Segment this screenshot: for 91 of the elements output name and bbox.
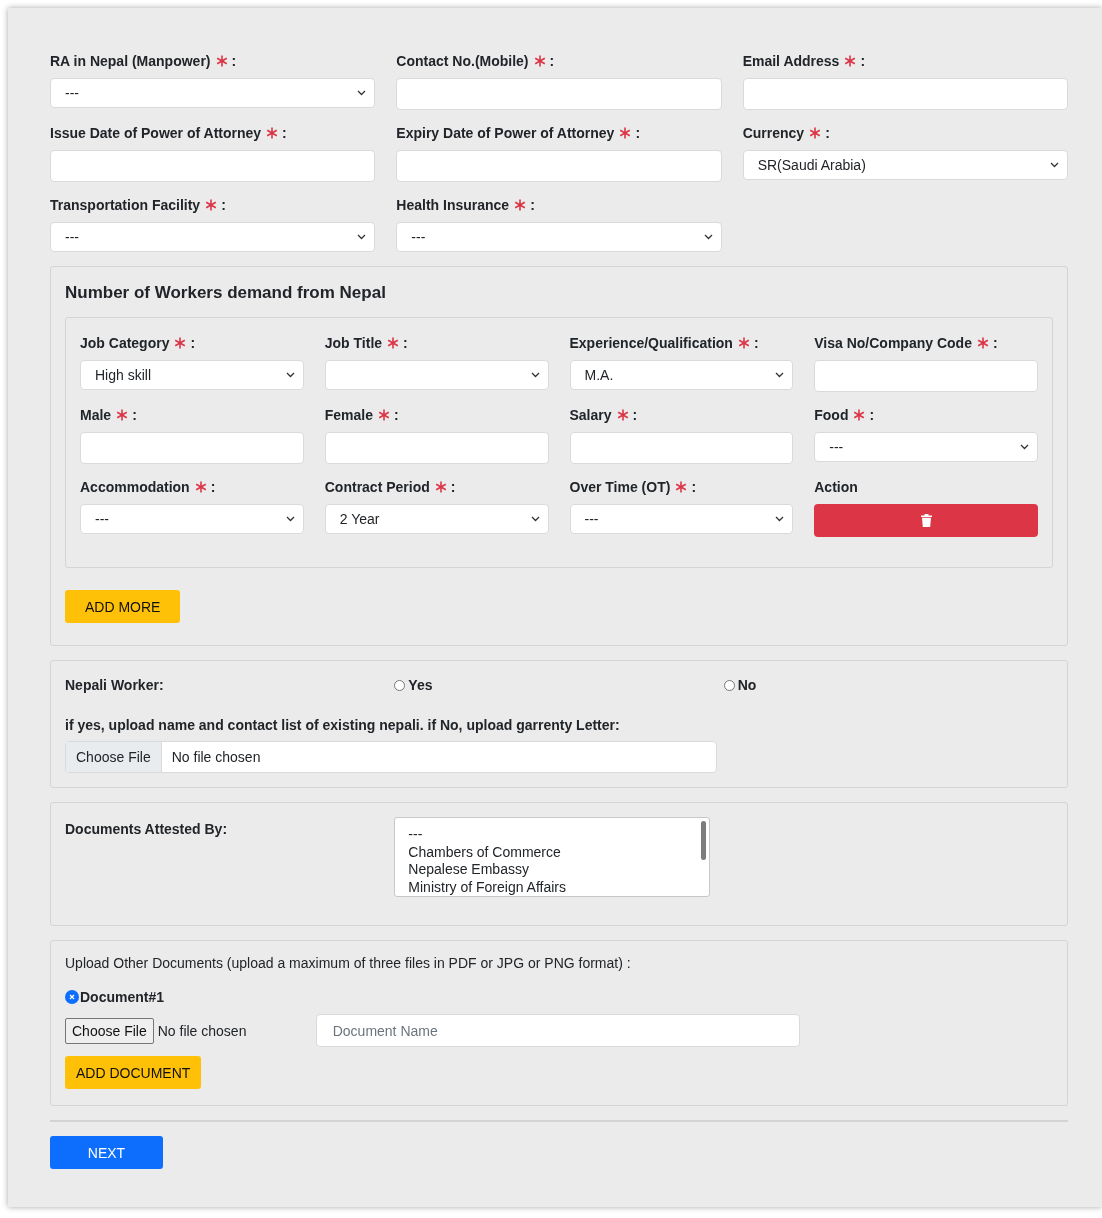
select-field[interactable]: High skill (80, 360, 304, 390)
input-field[interactable] (396, 78, 722, 110)
field-label: if yes, upload name and contact list of existing nepali. if No, upload garrenty Letter: (65, 717, 621, 733)
input-field[interactable] (814, 360, 1038, 392)
select-field[interactable]: --- (396, 222, 722, 252)
field-label: Salary (569, 407, 612, 423)
colon: : (190, 335, 196, 351)
input-field[interactable] (569, 432, 794, 464)
caret-icon (357, 234, 367, 240)
radio-option[interactable]: Yes (394, 677, 724, 693)
colon: : (825, 125, 830, 141)
select-field[interactable]: --- (50, 78, 376, 108)
colon: : (394, 407, 399, 423)
select-field[interactable] (324, 360, 549, 390)
radio-option[interactable]: No (723, 677, 1053, 693)
field-label: Email Address (742, 53, 840, 69)
colon: : (403, 335, 408, 351)
colon: : (450, 479, 456, 495)
caret-icon (285, 372, 295, 378)
file-field[interactable]: Choose File No file chosen (65, 741, 717, 773)
colon: : (635, 125, 641, 141)
colon: : (860, 53, 866, 69)
input-field[interactable] (324, 432, 549, 464)
field-label: Experience/Qualification (569, 335, 733, 351)
add-more-button[interactable]: ADD MORE (65, 590, 181, 623)
select-field[interactable]: SR(Saudi Arabia) (742, 150, 1068, 180)
field-label: Documents Attested By: (65, 821, 229, 837)
caret-icon (357, 90, 367, 96)
field-label: Food (814, 407, 849, 423)
list-field[interactable]: --- Chambers of Commerce Nepalese Embassy Ministry of Foreign Affairs (394, 817, 711, 897)
select-field[interactable]: M.A. (569, 360, 794, 390)
colon: : (992, 335, 998, 351)
field-label: Job Category (80, 335, 170, 351)
colon: : (221, 197, 226, 213)
input-field[interactable] (742, 78, 1068, 110)
colon: : (132, 407, 137, 423)
colon: : (869, 407, 875, 423)
field-label: Visa No/Company Code (814, 335, 972, 351)
document-title: Document#1 (80, 989, 165, 1005)
colon: : (210, 479, 216, 495)
field-label: Health Insurance (396, 197, 510, 213)
caret-icon (530, 372, 540, 378)
field-label: Job Title (324, 335, 383, 351)
field-label: Accommodation (80, 479, 190, 495)
section-label: Upload Other Documents (upload a maximum of three files in PDF or JPG or PNG format) : (65, 955, 632, 971)
choose-file-button[interactable]: Choose File (65, 1017, 154, 1044)
file-status: No file chosen (157, 1022, 248, 1039)
field-label: Nepali Worker: (65, 677, 165, 693)
select-field[interactable]: --- (50, 222, 376, 252)
trash-icon (920, 514, 932, 527)
section-title: Number of Workers demand from Nepal (65, 283, 387, 303)
field-label: Action (814, 479, 858, 495)
field-label: Contact No.(Mobile) (396, 53, 529, 69)
document-name-field[interactable]: Document Name (315, 1014, 800, 1047)
input-field[interactable] (80, 432, 304, 464)
colon: : (632, 407, 638, 423)
choose-file-button[interactable]: Choose File (66, 742, 162, 772)
field-label: Expiry Date of Power of Attorney (396, 125, 615, 141)
input-field[interactable] (396, 150, 722, 182)
next-button[interactable]: NEXT (50, 1136, 163, 1169)
select-field[interactable]: --- (569, 504, 794, 534)
select-field[interactable]: --- (814, 432, 1038, 462)
field-label: RA in Nepal (Manpower) (50, 53, 211, 69)
colon: : (530, 197, 535, 213)
field-label: Female (324, 407, 373, 423)
caret-icon (775, 372, 785, 378)
field-label: Over Time (OT) (569, 479, 671, 495)
input-field[interactable] (50, 150, 376, 182)
field-label: Male (80, 407, 112, 423)
caret-icon (1020, 444, 1029, 450)
field-label: Currency (742, 125, 805, 141)
remove-icon[interactable] (65, 990, 79, 1004)
field-label: Issue Date of Power of Attorney (50, 125, 262, 141)
colon: : (282, 125, 287, 141)
caret-icon (530, 516, 540, 522)
add-document-button[interactable]: ADD DOCUMENT (65, 1056, 202, 1089)
caret-icon (775, 516, 785, 522)
select-field[interactable]: 2 Year (324, 504, 549, 534)
scrollbar[interactable] (701, 821, 707, 860)
delete-button[interactable] (814, 504, 1038, 537)
select-field[interactable]: --- (80, 504, 304, 534)
field-label: Transportation Facility (50, 197, 201, 213)
colon: : (231, 53, 237, 69)
colon: : (549, 53, 555, 69)
caret-icon (285, 516, 295, 522)
file-status: No file chosen (170, 748, 261, 767)
caret-icon (1050, 162, 1059, 168)
colon: : (753, 335, 759, 351)
field-label: Contract Period (324, 479, 430, 495)
caret-icon (703, 234, 713, 240)
colon: : (691, 479, 697, 495)
